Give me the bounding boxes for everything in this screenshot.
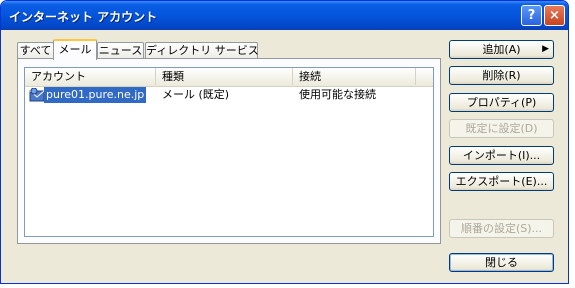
add-button-label: 追加(A)	[482, 43, 521, 56]
help-button[interactable]: ?	[521, 5, 542, 26]
tab-news[interactable]: ニュース	[97, 42, 144, 59]
tab-mail[interactable]: メール	[53, 39, 97, 60]
properties-button[interactable]: プロパティ(P)	[449, 93, 554, 112]
tab-panel: アカウント 種類 接続 pure01.pure.ne.jp メール (既定) 使…	[17, 58, 441, 244]
column-type[interactable]: 種類	[156, 68, 293, 85]
connection-cell: 使用可能な接続	[299, 88, 376, 101]
close-button[interactable]: 閉じる	[449, 253, 554, 272]
list-row[interactable]: pure01.pure.ne.jp メール (既定) 使用可能な接続	[25, 87, 433, 103]
remove-button[interactable]: 削除(R)	[449, 66, 554, 85]
close-window-button[interactable]: ×	[544, 5, 565, 26]
export-button[interactable]: エクスポート(E)...	[449, 172, 554, 191]
window-title: インターネット アカウント	[9, 10, 158, 24]
title-bar[interactable]: インターネット アカウント ? ×	[1, 1, 568, 30]
set-order-button[interactable]: 順番の設定(S)...	[449, 219, 554, 238]
submenu-arrow-icon: ▶	[542, 44, 549, 54]
column-connection[interactable]: 接続	[293, 68, 416, 85]
account-list[interactable]: アカウント 種類 接続 pure01.pure.ne.jp メール (既定) 使…	[24, 67, 434, 237]
tab-directory-service[interactable]: ディレクトリ サービス	[145, 42, 259, 59]
column-account[interactable]: アカウント	[25, 68, 156, 85]
set-default-button[interactable]: 既定に設定(D)	[449, 119, 554, 138]
mail-account-icon	[29, 88, 45, 102]
dialog-window: インターネット アカウント ? × すべて メール ニュース ディレクトリ サー…	[0, 0, 569, 284]
tab-all[interactable]: すべて	[17, 42, 54, 59]
account-name-cell: pure01.pure.ne.jp	[44, 87, 147, 103]
type-cell: メール (既定)	[162, 88, 230, 101]
add-button[interactable]: 追加(A) ▶	[449, 40, 554, 59]
list-header: アカウント 種類 接続	[25, 68, 433, 87]
import-button[interactable]: インポート(I)...	[449, 146, 554, 165]
